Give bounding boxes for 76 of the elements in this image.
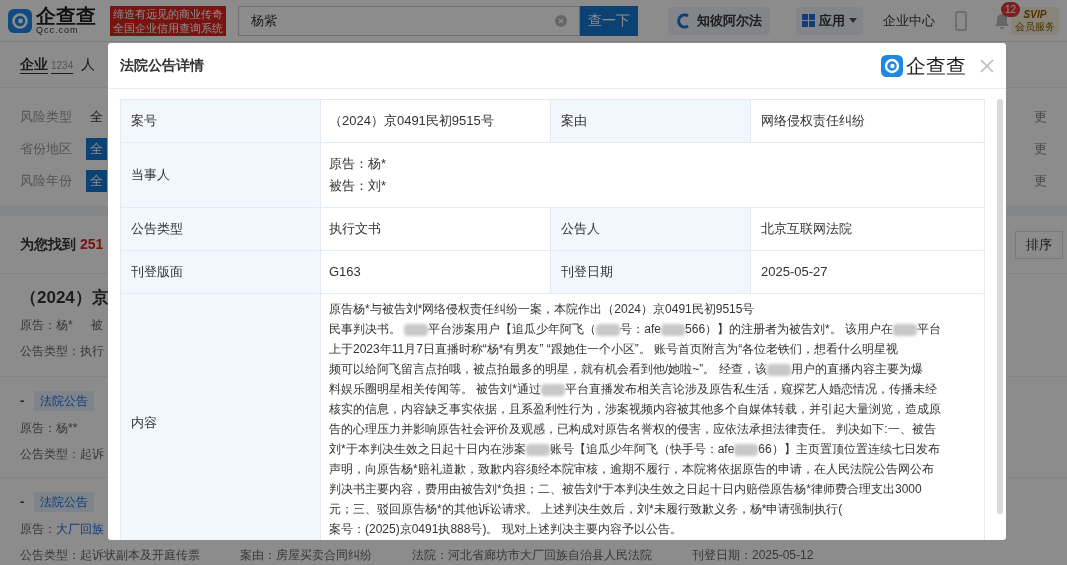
notice-tag: 法院公告 bbox=[34, 391, 95, 411]
content-line: 刘*于本判决生效之日起十日内在涉案 账号【追瓜少年阿飞（快手号：afe 66）】主页置顶位置连续七日发布 bbox=[329, 441, 940, 458]
dialog-title: 法院公告详情 bbox=[120, 56, 204, 75]
content-line: 声明，向原告杨*赔礼道歉，致歉内容须经本院审核，逾期不履行，本院将依据原告的申请，在人民法院公告网公布 bbox=[329, 461, 934, 478]
result-text: 公告类型：执行 bbox=[20, 343, 104, 360]
content-line: 原告杨*与被告刘*网络侵权责任纠纷一案，本院作出（2024）京0491民初9515号 bbox=[329, 301, 755, 318]
logo-text: 企查查 bbox=[36, 6, 96, 26]
content-line: 元；三、驳回原告杨*的其他诉讼请求。 上述判决生效后，刘*未履行致歉义务，杨*申请强制执行( bbox=[329, 501, 843, 518]
content-line: 判决书主要内容，费用由被告刘*负担；二、被告刘*于本判决生效之日起十日内赔偿原告杨*律师费合理支出3000 bbox=[329, 481, 922, 498]
filter-option[interactable]: 全 bbox=[86, 170, 107, 192]
filter-option[interactable]: 全 bbox=[86, 106, 107, 128]
result-text: 法院：河北省廊坊市大厂回族自治县人民法院 bbox=[412, 547, 652, 564]
logo-icon bbox=[8, 8, 32, 33]
result-count: 为您找到 251 bbox=[20, 235, 104, 254]
sort-button[interactable]: 排序 bbox=[1015, 230, 1063, 259]
field-label: 案由 bbox=[551, 100, 751, 143]
content-line: 民事判决书。 平台涉案用户【追瓜少年阿飞（ 号：afe 566）】的注册者为被告刘*。 该用户在 平台 bbox=[329, 321, 942, 338]
grid-icon bbox=[802, 14, 815, 27]
logo-text: 企查查 bbox=[906, 53, 966, 79]
field-label: 当事人 bbox=[121, 143, 321, 208]
result-text: 公告类型：起诉状副本及开庭传票 bbox=[20, 547, 200, 564]
caret-icon bbox=[849, 18, 857, 23]
link[interactable]: 大厂回族 bbox=[56, 520, 104, 538]
result-text: 刊登日期：2025-05-12 bbox=[692, 547, 814, 564]
redacted-blur bbox=[734, 443, 759, 456]
search-field[interactable]: 杨紫 bbox=[238, 5, 580, 36]
redacted-blur bbox=[541, 383, 565, 396]
result-text: 公告类型：起诉 bbox=[20, 446, 104, 463]
result-tab[interactable]: 企业 1234 bbox=[20, 54, 74, 75]
alpha-button[interactable]: 知彼阿尔法 bbox=[668, 6, 770, 35]
result-text: 原告：杨* bbox=[20, 317, 73, 334]
content-line: 料娱乐圈明星相关传闻等。 被告刘*通过 平台直播发布相关言论涉及原告私生活，窥探艺人婚恋情况，传播未经 bbox=[329, 381, 937, 398]
redacted-blur bbox=[404, 323, 429, 336]
result-tab[interactable]: 人 bbox=[81, 54, 96, 75]
more-link[interactable]: 更 bbox=[1034, 139, 1047, 159]
content-line: 频可以给阿飞留言点拍哦，被点拍最多的明星，就有机会看到他/她啦~”。 经查，该 用户的直播内容主要为爆 bbox=[329, 361, 923, 378]
field-label: 公告人 bbox=[551, 208, 751, 251]
redacted-blur bbox=[766, 363, 791, 376]
field-value: 2025-05-27 bbox=[751, 251, 984, 294]
field-label: 刊登日期 bbox=[551, 251, 751, 294]
phone-icon[interactable] bbox=[955, 10, 967, 31]
redacted-blur bbox=[596, 323, 621, 336]
redacted-blur bbox=[661, 323, 686, 336]
clear-icon[interactable] bbox=[555, 14, 567, 27]
field-value: 网络侵权责任纠纷 bbox=[751, 100, 984, 143]
logo-icon bbox=[881, 54, 903, 77]
bell-icon[interactable] bbox=[993, 11, 1011, 30]
slogan-banner: 缔造有远见的商业传奇 全国企业信用查询系统 bbox=[110, 5, 226, 36]
notification-badge: 12 bbox=[1001, 1, 1021, 17]
dash-mark: - bbox=[20, 493, 25, 512]
redacted-blur bbox=[893, 323, 918, 336]
field-value: 北京互联网法院 bbox=[751, 208, 984, 251]
apps-menu[interactable]: 应用 bbox=[796, 6, 863, 35]
content-line: 上于2023年11月7日直播时称“杨*有男友” “跟她住一个小区”。 账号首页附言为“各位老铁们，想看什么明星视 bbox=[329, 341, 899, 358]
more-link[interactable]: 更 bbox=[1034, 171, 1047, 191]
logo-domain: Qcc.com bbox=[36, 26, 80, 35]
filter-option[interactable]: 全 bbox=[86, 138, 107, 160]
scrollbar[interactable] bbox=[997, 99, 1003, 514]
redacted-blur bbox=[525, 443, 550, 456]
enterprise-center-link[interactable]: 企业中心 bbox=[883, 10, 935, 31]
result-text: 案由：房屋买卖合同纠纷 bbox=[240, 547, 372, 564]
notice-tag: 法院公告 bbox=[34, 492, 95, 512]
close-icon[interactable] bbox=[980, 58, 994, 73]
content-line: 案号：(2025)京0491执888号)。 现对上述判决主要内容予以公告。 bbox=[329, 521, 682, 538]
dash-mark: - bbox=[20, 392, 25, 411]
content-line: 核实的信息，内容缺乏事实依据，且系盈利性行为，涉案视频内容被其他多个自媒体转载，并引起大量浏览，造成原 bbox=[329, 401, 941, 418]
more-link[interactable]: 更 bbox=[1034, 107, 1047, 127]
field-label: 公告类型 bbox=[121, 208, 321, 251]
field-label: 内容 bbox=[121, 294, 321, 540]
result-text: 原告：杨** bbox=[20, 420, 78, 437]
field-label: 案号 bbox=[121, 100, 321, 143]
result-text: 原告： bbox=[20, 521, 56, 538]
field-label: 刊登版面 bbox=[121, 251, 321, 294]
search-button[interactable]: 查一下 bbox=[580, 5, 638, 36]
content-line: 告的心理压力并影响原告社会评价及观感，已构成对原告名誉权的侵害，应依法承担法律责任。 判决如下:一、被告 bbox=[329, 421, 936, 438]
result-text: 被 bbox=[90, 317, 103, 334]
